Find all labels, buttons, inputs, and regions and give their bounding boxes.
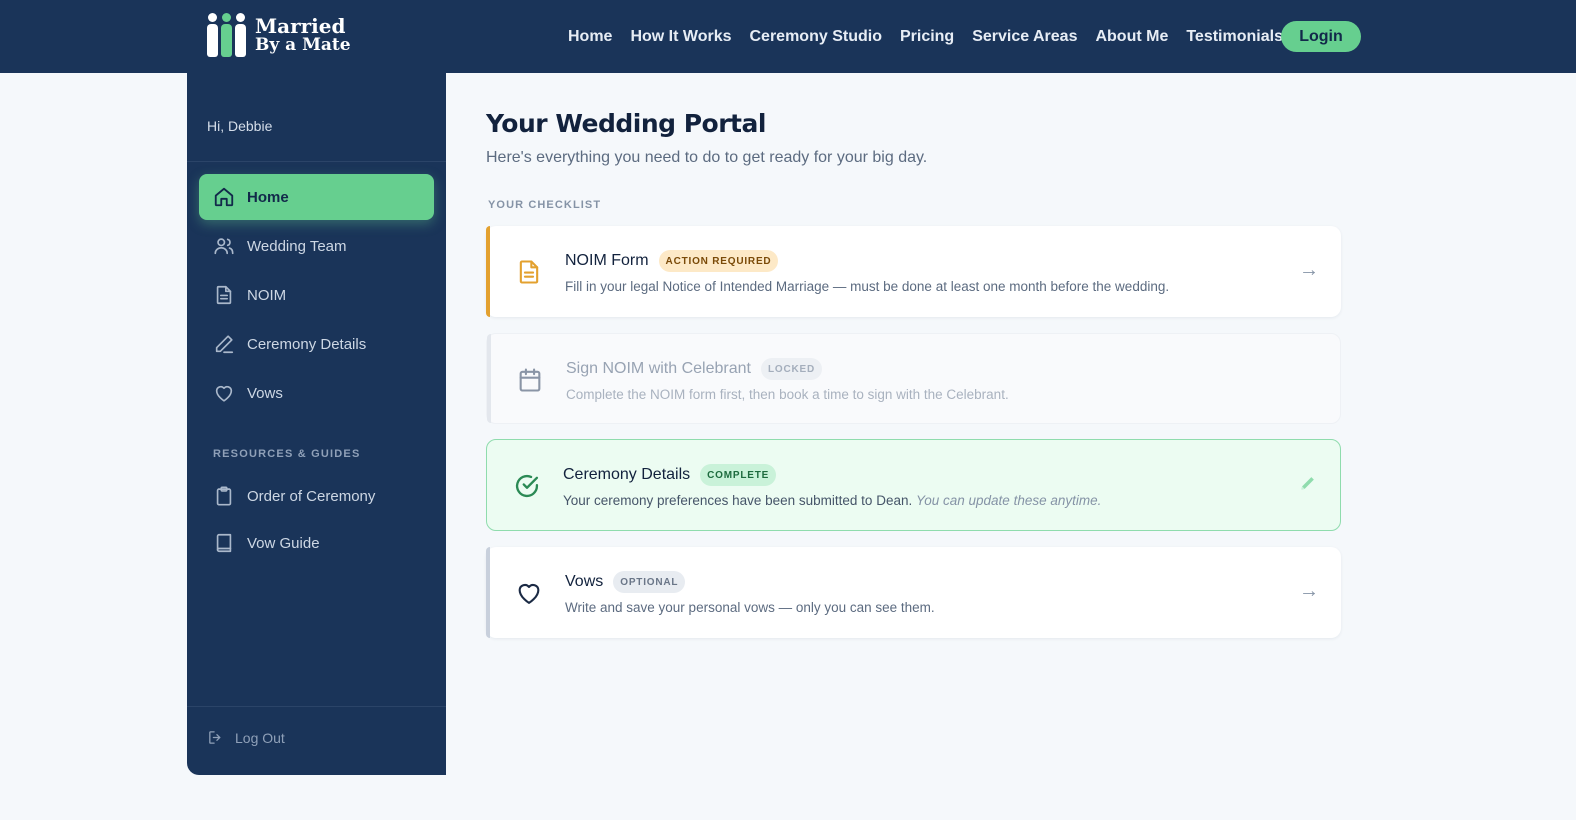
arrow-right-icon[interactable]: → xyxy=(1299,259,1319,282)
login-button[interactable]: Login xyxy=(1281,21,1361,52)
status-badge: COMPLETE xyxy=(700,464,777,486)
sidebar: Hi, Debbie Home Wedding Team NOIM Ceremo… xyxy=(187,73,446,775)
sidebar-item-label: Vow Guide xyxy=(247,534,320,552)
card-description: Fill in your legal Notice of Intended Ma… xyxy=(565,279,1170,294)
logout-label: Log Out xyxy=(235,729,285,746)
document-icon xyxy=(515,258,543,286)
calendar-icon xyxy=(516,366,544,394)
sidebar-item-vows[interactable]: Vows xyxy=(199,370,434,416)
status-badge: ACTION REQUIRED xyxy=(658,250,779,272)
user-greeting: Hi, Debbie xyxy=(207,118,273,134)
card-description: Write and save your personal vows — only… xyxy=(565,600,935,615)
page-title: Your Wedding Portal xyxy=(486,109,766,138)
sidebar-item-label: Wedding Team xyxy=(247,237,347,255)
status-accent-bar xyxy=(486,547,490,638)
nav-home[interactable]: Home xyxy=(568,28,612,46)
nav-ceremony-studio[interactable]: Ceremony Studio xyxy=(750,28,882,46)
checklist-card-sign-noim: Sign NOIM with Celebrant LOCKED Complete… xyxy=(486,333,1341,424)
document-icon xyxy=(213,284,235,306)
brand-name: Married By a Mate xyxy=(255,13,351,55)
nav-testimonials[interactable]: Testimonials xyxy=(1186,28,1283,46)
card-description-note: You can update these anytime. xyxy=(915,493,1102,508)
status-badge: LOCKED xyxy=(760,358,822,380)
home-icon xyxy=(213,186,235,208)
card-title-row: Vows OPTIONAL xyxy=(565,571,686,593)
card-title-row: Ceremony Details COMPLETE xyxy=(563,464,777,486)
nav-about-me[interactable]: About Me xyxy=(1095,28,1168,46)
resources-section-label: RESOURCES & GUIDES xyxy=(213,448,361,460)
status-badge: OPTIONAL xyxy=(613,571,686,593)
sidebar-item-label: Ceremony Details xyxy=(247,335,367,353)
logout-button[interactable]: Log Out xyxy=(207,729,285,746)
sidebar-item-label: Order of Ceremony xyxy=(247,487,376,505)
sidebar-item-order-of-ceremony[interactable]: Order of Ceremony xyxy=(199,473,434,519)
sidebar-item-noim[interactable]: NOIM xyxy=(199,272,434,318)
sidebar-item-label: Vows xyxy=(247,384,283,402)
page-subtitle: Here's everything you need to do to get … xyxy=(486,149,928,166)
checklist-card-vows[interactable]: Vows OPTIONAL Write and save your person… xyxy=(486,547,1341,638)
card-description: Your ceremony preferences have been subm… xyxy=(563,493,1102,508)
arrow-right-icon[interactable]: → xyxy=(1299,580,1319,603)
sidebar-item-label: NOIM xyxy=(247,286,287,304)
card-description: Complete the NOIM form first, then book … xyxy=(566,387,1009,402)
heart-icon xyxy=(515,579,543,607)
nav-service-areas[interactable]: Service Areas xyxy=(972,28,1077,46)
card-title: NOIM Form xyxy=(565,252,649,269)
status-accent-bar xyxy=(486,226,490,317)
card-title-row: NOIM Form ACTION REQUIRED xyxy=(565,250,779,272)
book-icon xyxy=(213,532,235,554)
users-icon xyxy=(213,235,235,257)
pen-icon xyxy=(213,333,235,355)
edit-pencil-icon[interactable] xyxy=(1298,473,1318,493)
sidebar-item-vow-guide[interactable]: Vow Guide xyxy=(199,520,434,566)
sidebar-item-wedding-team[interactable]: Wedding Team xyxy=(199,223,434,269)
brand-logo[interactable]: Married By a Mate xyxy=(207,13,351,57)
nav-how-it-works[interactable]: How It Works xyxy=(630,28,731,46)
card-title: Sign NOIM with Celebrant xyxy=(566,360,751,377)
clipboard-icon xyxy=(213,485,235,507)
card-title: Ceremony Details xyxy=(563,466,691,483)
logout-icon xyxy=(209,731,221,744)
checklist-card-ceremony-details[interactable]: Ceremony Details COMPLETE Your ceremony … xyxy=(486,439,1341,531)
card-title: Vows xyxy=(565,573,604,590)
checklist-card-noim-form[interactable]: NOIM Form ACTION REQUIRED Fill in your l… xyxy=(486,226,1341,317)
checklist-label: YOUR CHECKLIST xyxy=(488,199,602,211)
logo-figures-icon xyxy=(207,13,246,57)
sidebar-item-ceremony-details[interactable]: Ceremony Details xyxy=(199,321,434,367)
nav-pricing[interactable]: Pricing xyxy=(900,28,954,46)
heart-icon xyxy=(213,382,235,404)
sidebar-divider xyxy=(187,706,446,707)
sidebar-divider xyxy=(187,161,446,162)
check-circle-icon xyxy=(513,472,541,500)
sidebar-item-label: Home xyxy=(247,188,289,206)
sidebar-item-home[interactable]: Home xyxy=(199,174,434,220)
card-title-row: Sign NOIM with Celebrant LOCKED xyxy=(566,358,822,380)
top-navbar: Married By a Mate Home How It Works Cere… xyxy=(0,0,1576,73)
status-accent-bar xyxy=(487,334,491,423)
main-nav: Home How It Works Ceremony Studio Pricin… xyxy=(568,0,1301,73)
